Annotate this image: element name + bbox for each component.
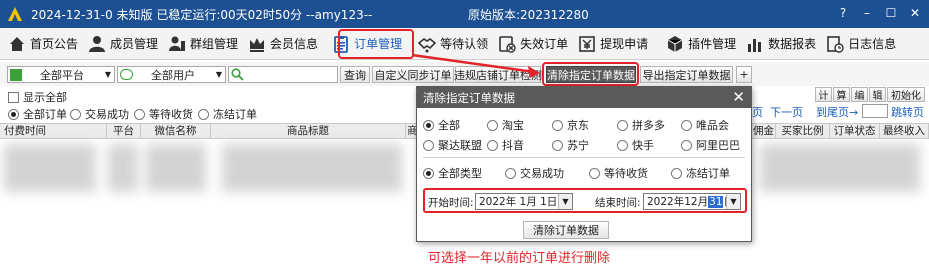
platform-radio-kuaishou[interactable]: 快手 bbox=[617, 137, 654, 153]
platform-radio-alibaba[interactable]: 阿里巴巴 bbox=[681, 137, 740, 153]
type-radio-awaiting[interactable]: 等待收货 bbox=[589, 165, 648, 181]
platform-radio-suning[interactable]: 苏宁 bbox=[552, 137, 589, 153]
chevron-down-icon: ▼ bbox=[726, 194, 740, 209]
type-radio-label: 等待收货 bbox=[604, 167, 648, 180]
platform-radio-label: 拼多多 bbox=[632, 119, 665, 132]
dialog-close-icon[interactable]: ✕ bbox=[732, 88, 745, 106]
end-time-label: 结束时间: bbox=[595, 197, 641, 209]
radio-icon bbox=[552, 119, 563, 131]
annotation-text: 可选择一年以前的订单进行删除 bbox=[428, 251, 611, 266]
radio-icon bbox=[505, 167, 516, 179]
dialog-title-bar: 清除指定订单数据 ✕ bbox=[417, 87, 751, 108]
start-date-picker[interactable]: 2022年 1月 1日 ▼ bbox=[475, 193, 573, 210]
radio-icon bbox=[552, 139, 563, 151]
platform-radio-vip[interactable]: 唯品会 bbox=[681, 117, 729, 133]
platform-radio-label: 聚达联盟 bbox=[438, 139, 482, 152]
start-date-value: 2022年 1月 1日 bbox=[479, 196, 558, 208]
end-date-day: 31 bbox=[708, 195, 724, 208]
radio-icon bbox=[681, 139, 692, 151]
clear-order-data-button[interactable]: 清除订单数据 bbox=[523, 221, 609, 239]
radio-icon bbox=[617, 139, 628, 151]
radio-icon bbox=[487, 119, 498, 131]
type-radio-label: 交易成功 bbox=[520, 167, 564, 180]
end-date-prefix: 2022年12月 bbox=[647, 196, 709, 208]
platform-radio-douyin[interactable]: 抖音 bbox=[487, 137, 524, 153]
start-time-label: 开始时间: bbox=[428, 197, 474, 209]
platform-radio-label: 淘宝 bbox=[502, 119, 524, 132]
end-date-picker[interactable]: 2022年12月31日 ▼ bbox=[643, 193, 741, 210]
type-radio-frozen[interactable]: 冻结订单 bbox=[671, 165, 730, 181]
app-window: 2024-12-31-0 未知版 已稳定运行:00天02时50分 --amy12… bbox=[0, 0, 929, 273]
radio-icon bbox=[423, 119, 434, 131]
type-radio-label: 全部类型 bbox=[438, 167, 482, 180]
platform-radio-pdd[interactable]: 拼多多 bbox=[617, 117, 665, 133]
radio-icon bbox=[423, 139, 434, 151]
type-radio-all[interactable]: 全部类型 bbox=[423, 165, 482, 181]
platform-radio-label: 阿里巴巴 bbox=[696, 139, 740, 152]
chevron-down-icon: ▼ bbox=[558, 194, 572, 209]
platform-radio-jd[interactable]: 京东 bbox=[552, 117, 589, 133]
dialog-title: 清除指定订单数据 bbox=[423, 90, 515, 105]
radio-icon bbox=[671, 167, 682, 179]
radio-icon bbox=[423, 167, 434, 179]
clear-orders-dialog: 清除指定订单数据 ✕ 全部 淘宝 京东 拼多多 唯品会 聚达联盟 抖音 苏宁 快… bbox=[416, 86, 752, 242]
platform-radio-label: 抖音 bbox=[502, 139, 524, 152]
radio-icon bbox=[617, 119, 628, 131]
type-radio-label: 冻结订单 bbox=[686, 167, 730, 180]
platform-radio-label: 京东 bbox=[567, 119, 589, 132]
platform-radio-juda[interactable]: 聚达联盟 bbox=[423, 137, 482, 153]
type-radio-success[interactable]: 交易成功 bbox=[505, 165, 564, 181]
dialog-divider bbox=[423, 157, 745, 158]
platform-radio-label: 唯品会 bbox=[696, 119, 729, 132]
radio-icon bbox=[487, 139, 498, 151]
platform-radio-label: 快手 bbox=[632, 139, 654, 152]
platform-radio-taobao[interactable]: 淘宝 bbox=[487, 117, 524, 133]
platform-radio-all[interactable]: 全部 bbox=[423, 117, 460, 133]
radio-icon bbox=[589, 167, 600, 179]
platform-radio-label: 苏宁 bbox=[567, 139, 589, 152]
platform-radio-label: 全部 bbox=[438, 119, 460, 132]
radio-icon bbox=[681, 119, 692, 131]
